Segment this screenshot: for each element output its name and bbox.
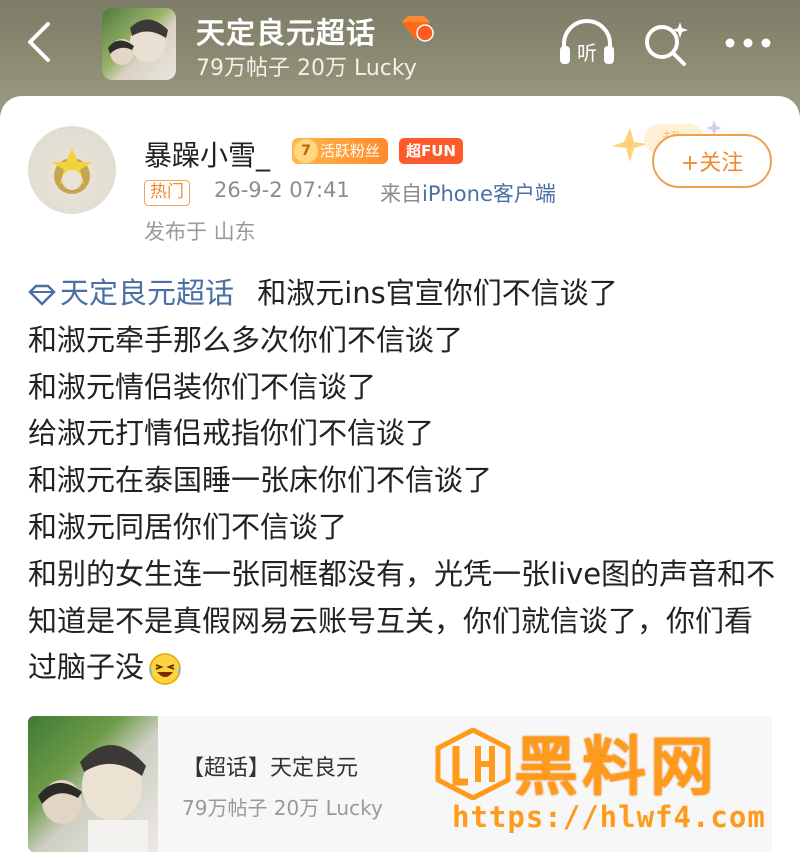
chevron-left-icon [28, 22, 50, 62]
level-badge [398, 14, 434, 42]
username[interactable]: 暴躁小雪_ [144, 134, 270, 174]
post-line-1: 天定良元超话 和淑元ins官宣你们不信谈了 [28, 270, 778, 317]
group-stats: 79万帖子 20万 Lucky [196, 56, 417, 81]
topic-link[interactable]: 天定良元超话 [28, 276, 234, 310]
listen-label: 听 [577, 41, 597, 65]
topic-photo-icon [38, 744, 148, 852]
post-text-line: 和淑元牵手那么多次你们不信谈了 [28, 322, 464, 357]
hot-tag: 热门 [144, 180, 190, 206]
topic-link-label: 天定良元超话 [60, 276, 235, 310]
post-time: 26-9-2 07:41 [214, 178, 350, 202]
fan-badge[interactable]: 7 活跃粉丝 [292, 138, 389, 164]
topic-card-stats: 79万帖子 20万 Lucky [182, 796, 383, 820]
diamond-topic-icon [28, 284, 56, 306]
source-device[interactable]: iPhone客户端 [422, 182, 556, 206]
post-text-line: 和淑元ins官宣你们不信谈了 [257, 276, 618, 310]
post-text-line: 和别的女生连一张同框都没有，光凭一张live图的声音和不知道是不是真假网易云账号… [28, 556, 776, 685]
fan-level: 7 [294, 139, 318, 163]
user-avatar[interactable] [28, 126, 116, 214]
topic-card-title: 【超话】天定良元 [182, 756, 359, 781]
watermark-logo [434, 727, 512, 801]
group-title: 天定良元超话 [196, 16, 377, 50]
avatar-image-icon [52, 148, 92, 194]
post-text-line: 和淑元情侣装你们不信谈了 [28, 369, 377, 404]
group-avatar[interactable] [102, 8, 176, 80]
group-photo-icon [108, 19, 168, 65]
post-text-paragraph: 和别的女生连一张同框都没有，光凭一张live图的声音和不知道是不是真假网易云账号… [28, 551, 778, 691]
fan-badge-label: 活跃粉丝 [320, 142, 381, 160]
source-prefix: 来自 [380, 182, 422, 206]
post-text-line: 给淑元打情侣戒指你们不信谈了 [28, 416, 435, 451]
topic-thumbnail [28, 716, 158, 852]
post-source: 来自iPhone客户端 [380, 178, 556, 208]
post-location: 发布于 山东 [144, 220, 256, 244]
watermark-logo-icon [435, 727, 511, 801]
back-button[interactable] [18, 20, 62, 64]
post-text-line: 和淑元同居你们不信谈了 [28, 509, 348, 544]
watermark-url: https://hlwf4.com [452, 800, 766, 834]
fun-badge[interactable]: 超FUN [399, 138, 463, 164]
search-icon [645, 22, 688, 66]
post-body: 天定良元超话 和淑元ins官宣你们不信谈了 和淑元牵手那么多次你们不信谈了 和淑… [28, 270, 778, 691]
more-dots-icon [725, 38, 771, 48]
more-button[interactable] [720, 26, 776, 60]
search-button[interactable] [640, 18, 692, 70]
post-text-line: 和淑元在泰国睡一张床你们不信谈了 [28, 463, 493, 498]
laughing-crying-emoji-icon [149, 653, 181, 686]
headphone-icon: 听 [560, 19, 614, 65]
follow-button[interactable]: +关注 [652, 134, 772, 188]
listen-button[interactable]: 听 [556, 16, 618, 70]
gem-level-icon [402, 16, 434, 42]
watermark-text: 黑料网 [514, 731, 718, 805]
